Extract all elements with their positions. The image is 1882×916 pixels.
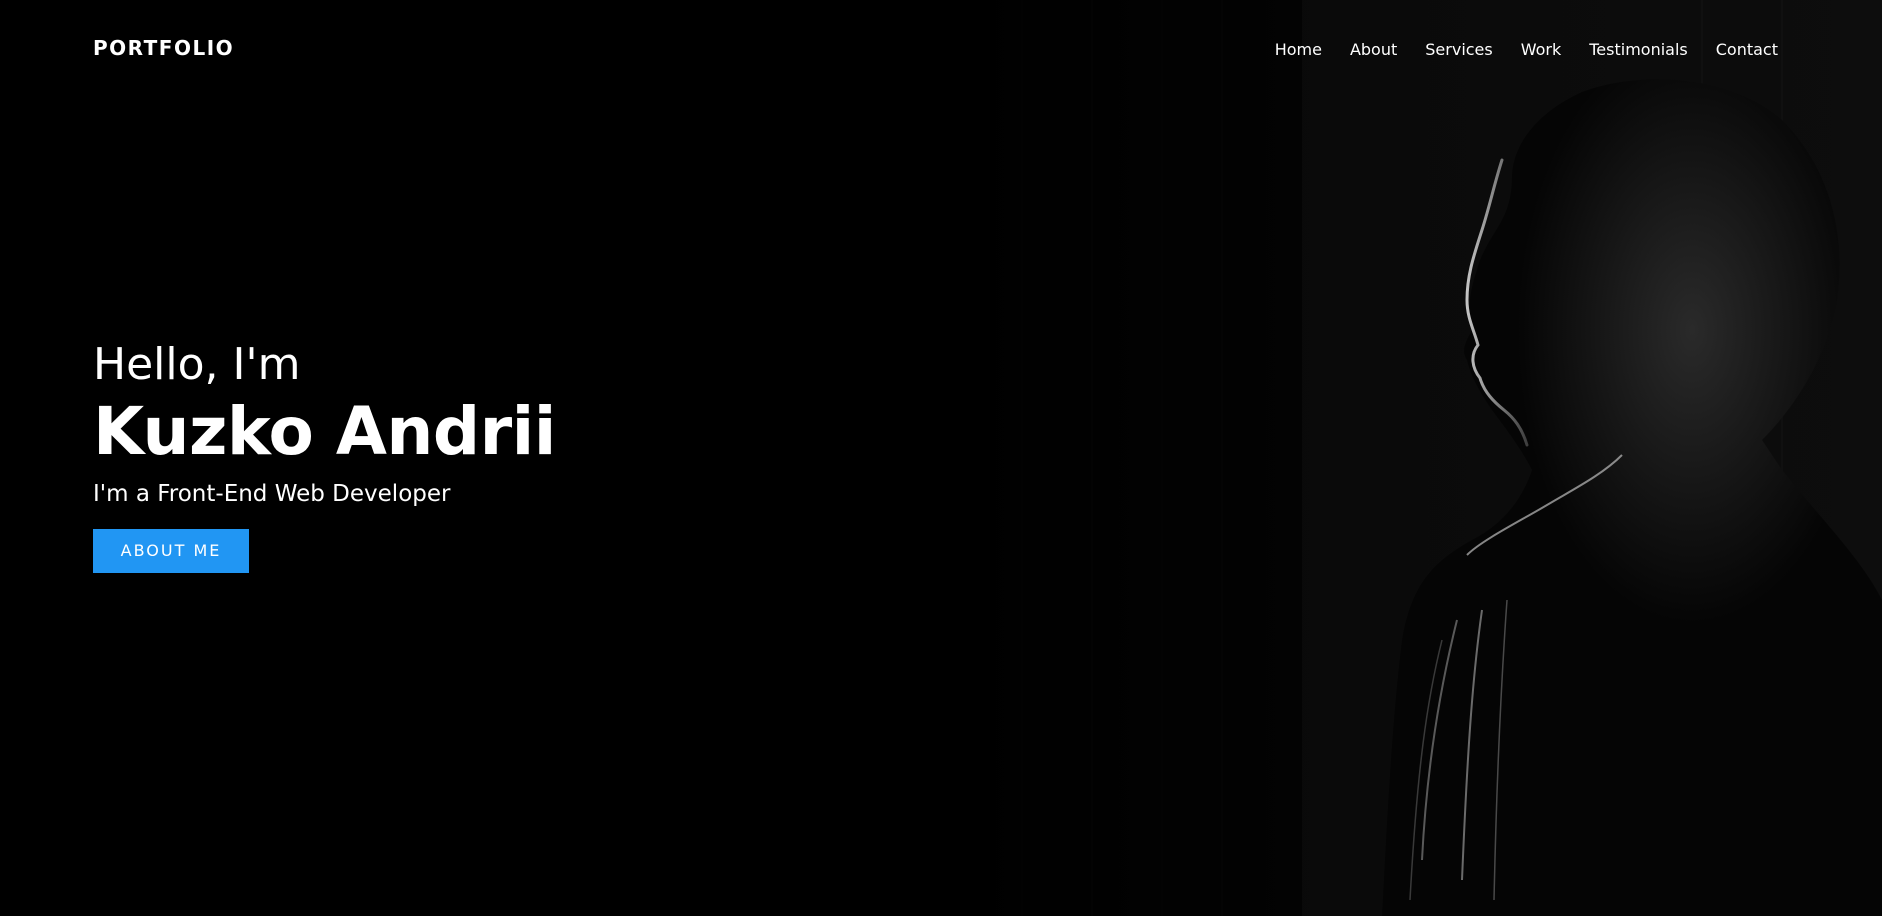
hero-portrait-image: [882, 0, 1882, 916]
nav-home[interactable]: Home: [1275, 42, 1322, 58]
page: PORTFOLIO Home About Services Work Testi…: [0, 0, 1882, 916]
hero-greeting: Hello, I'm: [93, 339, 301, 390]
hero-subtitle: I'm a Front-End Web Developer: [93, 481, 451, 507]
nav-about[interactable]: About: [1350, 42, 1397, 58]
main-nav: Home About Services Work Testimonials Co…: [1247, 42, 1778, 58]
about-me-button[interactable]: ABOUT ME: [93, 529, 249, 573]
nav-services[interactable]: Services: [1425, 42, 1492, 58]
hero-name: Kuzko Andrii: [93, 393, 556, 470]
nav-work[interactable]: Work: [1521, 42, 1562, 58]
site-logo[interactable]: PORTFOLIO: [93, 38, 234, 58]
nav-testimonials[interactable]: Testimonials: [1589, 42, 1688, 58]
nav-contact[interactable]: Contact: [1716, 42, 1778, 58]
site-header: PORTFOLIO Home About Services Work Testi…: [0, 0, 1882, 106]
hero-section: Hello, I'm Kuzko Andrii I'm a Front-End …: [93, 343, 556, 573]
